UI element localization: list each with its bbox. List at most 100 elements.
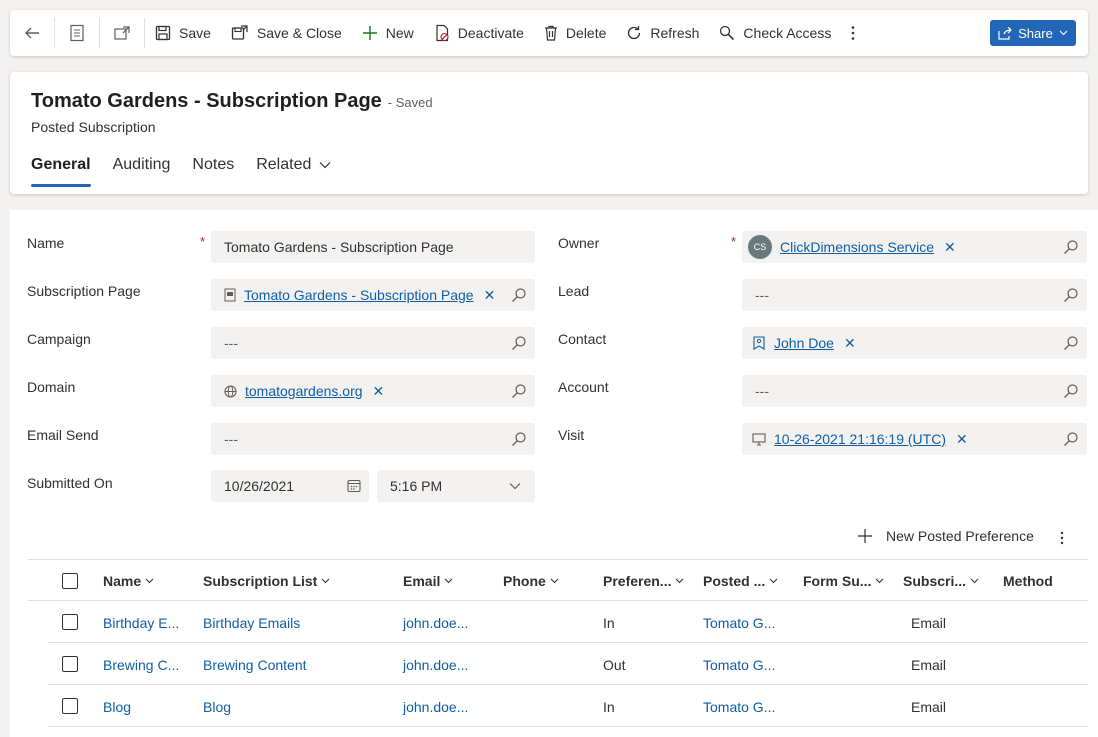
column-label: Subscription List <box>203 573 318 589</box>
email-send-field[interactable]: --- <box>211 423 535 455</box>
visit-link[interactable]: 10-26-2021 21:16:19 (UTC) <box>774 431 946 447</box>
email-send-label: Email Send <box>27 427 99 443</box>
visit-field[interactable]: 10-26-2021 21:16:19 (UTC) ✕ <box>742 423 1087 455</box>
column-header-phone[interactable]: Phone <box>503 573 559 589</box>
cell-posted[interactable]: Tomato G... <box>703 699 775 715</box>
cell-subscription-list[interactable]: Blog <box>203 699 231 715</box>
search-icon[interactable] <box>511 287 527 303</box>
domain-link[interactable]: tomatogardens.org <box>245 383 363 399</box>
save-and-close-button[interactable]: Save & Close <box>221 10 352 56</box>
column-label: Phone <box>503 573 546 589</box>
remove-contact-button[interactable]: ✕ <box>844 335 856 352</box>
cell-name[interactable]: Birthday E... <box>103 615 179 631</box>
row-checkbox[interactable] <box>62 614 78 630</box>
new-button[interactable]: New <box>352 10 424 56</box>
chevron-down-icon <box>970 578 979 584</box>
table-row[interactable]: Birthday E... Birthday Emails john.doe..… <box>48 601 1088 643</box>
column-header-posted[interactable]: Posted ... <box>703 573 778 589</box>
calendar-icon[interactable] <box>347 479 361 493</box>
campaign-field[interactable]: --- <box>211 327 535 359</box>
cell-subscription-list[interactable]: Birthday Emails <box>203 615 300 631</box>
web-page-icon <box>224 288 236 302</box>
cell-name[interactable]: Brewing C... <box>103 657 179 673</box>
contact-field[interactable]: John Doe ✕ <box>742 327 1087 359</box>
column-header-subscription[interactable]: Subscri... <box>903 573 979 589</box>
search-icon[interactable] <box>1063 335 1079 351</box>
tab-general[interactable]: General <box>31 156 91 187</box>
globe-icon <box>224 384 237 398</box>
account-field[interactable]: --- <box>742 375 1087 407</box>
submitted-on-label: Submitted On <box>27 475 113 491</box>
back-button[interactable] <box>10 10 54 56</box>
save-button[interactable]: Save <box>145 10 221 56</box>
form-view-button[interactable] <box>55 10 99 56</box>
more-vertical-icon[interactable] <box>1060 531 1064 545</box>
column-label: Method <box>1003 573 1053 589</box>
visit-label: Visit <box>558 427 585 443</box>
column-header-subscription-list[interactable]: Subscription List <box>203 573 330 589</box>
table-row[interactable]: Brewing C... Brewing Content john.doe...… <box>48 643 1088 685</box>
share-label: Share <box>1018 25 1053 41</box>
search-icon[interactable] <box>1063 383 1079 399</box>
subscription-page-field[interactable]: Tomato Gardens - Subscription Page ✕ <box>211 279 535 311</box>
cell-name[interactable]: Blog <box>103 699 131 715</box>
command-bar: Save Save & Close New Deactivate Delete … <box>10 10 1088 56</box>
check-access-button[interactable]: Check Access <box>709 10 841 56</box>
delete-button[interactable]: Delete <box>534 10 616 56</box>
column-header-preference[interactable]: Preferen... <box>603 573 684 589</box>
new-posted-preference-button[interactable]: New Posted Preference <box>858 528 1034 544</box>
tab-label: Related <box>256 156 312 173</box>
submitted-time-field[interactable]: 5:16 PM <box>377 470 535 502</box>
cell-posted[interactable]: Tomato G... <box>703 615 775 631</box>
cell-posted[interactable]: Tomato G... <box>703 657 775 673</box>
owner-link[interactable]: ClickDimensions Service <box>780 239 934 255</box>
column-header-email[interactable]: Email <box>403 573 453 589</box>
column-header-name[interactable]: Name <box>103 573 154 589</box>
remove-subscription-page-button[interactable]: ✕ <box>484 287 496 304</box>
cell-subscription-method: Email <box>911 699 947 715</box>
lead-field[interactable]: --- <box>742 279 1087 311</box>
save-close-label: Save & Close <box>256 25 342 41</box>
remove-owner-button[interactable]: ✕ <box>944 239 956 256</box>
row-checkbox[interactable] <box>62 656 78 672</box>
owner-field[interactable]: CS ClickDimensions Service ✕ <box>742 231 1087 263</box>
search-icon[interactable] <box>511 383 527 399</box>
more-vertical-icon <box>852 26 855 40</box>
submitted-date-field[interactable]: 10/26/2021 <box>211 470 369 502</box>
chevron-down-icon[interactable] <box>509 482 521 490</box>
cell-email[interactable]: john.doe... <box>403 615 468 631</box>
check-access-label: Check Access <box>743 25 832 41</box>
tab-auditing[interactable]: Auditing <box>113 156 171 186</box>
search-icon[interactable] <box>1063 431 1079 447</box>
column-header-form-submission[interactable]: Form Su... <box>803 573 884 589</box>
cell-email[interactable]: john.doe... <box>403 657 468 673</box>
contact-label: Contact <box>558 331 607 347</box>
name-field[interactable]: Tomato Gardens - Subscription Page <box>211 231 535 263</box>
open-in-new-window-button[interactable] <box>100 10 144 56</box>
search-icon[interactable] <box>1063 287 1079 303</box>
select-all-checkbox[interactable] <box>62 573 78 589</box>
save-icon <box>155 25 171 41</box>
remove-visit-button[interactable]: ✕ <box>956 431 968 448</box>
domain-field[interactable]: tomatogardens.org ✕ <box>211 375 535 407</box>
table-row[interactable]: Blog Blog john.doe... In Tomato G... Ema… <box>48 685 1088 727</box>
search-icon[interactable] <box>511 431 527 447</box>
contact-link[interactable]: John Doe <box>774 335 834 351</box>
cell-subscription-list[interactable]: Brewing Content <box>203 657 307 673</box>
share-button[interactable]: Share <box>990 20 1076 46</box>
search-icon[interactable] <box>1063 239 1079 255</box>
cell-email[interactable]: john.doe... <box>403 699 468 715</box>
tab-list: General Auditing Notes Related <box>31 156 353 187</box>
deactivate-button[interactable]: Deactivate <box>424 10 534 56</box>
remove-domain-button[interactable]: ✕ <box>373 383 385 400</box>
column-header-method[interactable]: Method <box>1003 573 1053 589</box>
delete-label: Delete <box>565 25 607 41</box>
document-icon <box>70 24 84 42</box>
tab-notes[interactable]: Notes <box>192 156 234 186</box>
more-commands-button[interactable] <box>841 10 865 56</box>
row-checkbox[interactable] <box>62 698 78 714</box>
search-icon[interactable] <box>511 335 527 351</box>
subscription-page-link[interactable]: Tomato Gardens - Subscription Page <box>244 287 474 303</box>
refresh-button[interactable]: Refresh <box>616 10 709 56</box>
tab-related[interactable]: Related <box>256 156 331 186</box>
